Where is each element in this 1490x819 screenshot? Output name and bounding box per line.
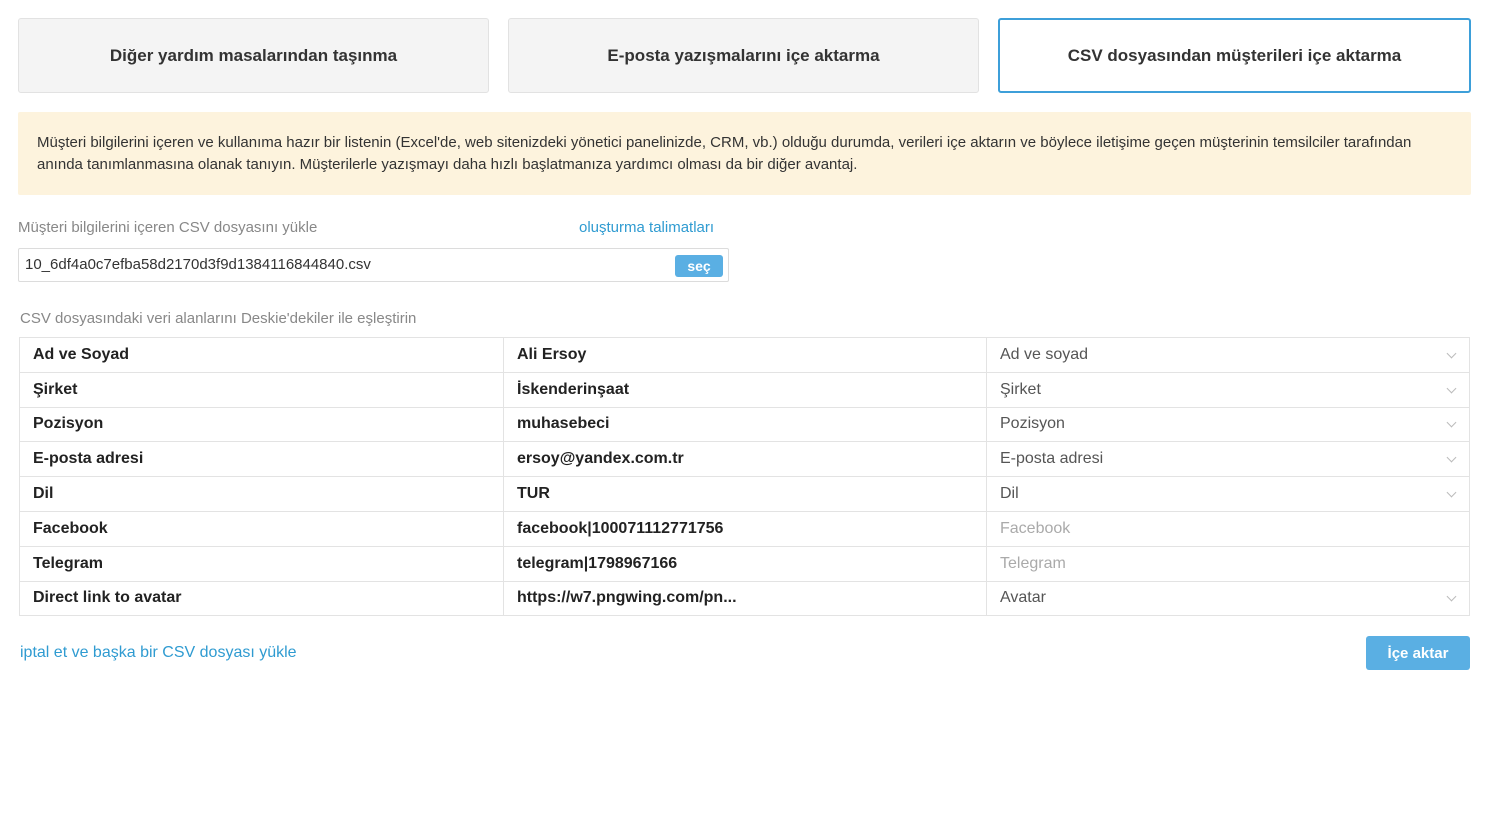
csv-sample-value: ersoy@yandex.com.tr (503, 441, 987, 478)
instructions-link[interactable]: oluşturma talimatları (579, 219, 714, 236)
chevron-down-icon (1446, 383, 1457, 394)
target-field-select[interactable]: Dil (986, 476, 1470, 512)
target-field-value: Facebook (1000, 519, 1071, 537)
mapping-row: Şirket İskenderinşaat Şirket (19, 371, 1470, 408)
target-field-value: Dil (1000, 485, 1019, 503)
file-name: 10_6df4a0c7efba58d2170d3f9d1384116844840… (25, 256, 371, 273)
csv-field-name: Dil (19, 476, 504, 512)
choose-file-button[interactable]: seç (675, 255, 723, 277)
csv-field-name: E-posta adresi (19, 441, 504, 478)
target-field-value: Avatar (1000, 589, 1046, 607)
target-field-select[interactable]: Ad ve soyad (986, 337, 1470, 373)
csv-sample-value: muhasebeci (503, 406, 987, 443)
target-field-value: Pozisyon (1000, 415, 1065, 433)
csv-sample-value: https://w7.pngwing.com/pn... (503, 580, 987, 617)
csv-field-name: Facebook (19, 510, 504, 547)
upload-label: Müşteri bilgilerini içeren CSV dosyasını… (18, 219, 318, 236)
target-field-select[interactable]: E-posta adresi (986, 441, 1470, 478)
chevron-down-icon (1446, 487, 1457, 498)
mapping-table: Ad ve Soyad Ali Ersoy Ad ve soyad Şirket İsk… (19, 337, 1470, 617)
target-field-select[interactable]: Avatar (986, 580, 1470, 617)
mapping-row: Ad ve Soyad Ali Ersoy Ad ve soyad (19, 337, 1470, 373)
chevron-down-icon (1446, 452, 1457, 463)
mapping-row: Facebook facebook|100071112771756 Facebook (19, 510, 1470, 547)
info-notice: Müşteri bilgilerini içeren ve kullanıma … (18, 112, 1471, 195)
csv-sample-value: TUR (503, 476, 987, 512)
tab-import-emails[interactable]: E-posta yazışmalarını içe aktarma (508, 18, 979, 93)
target-field-input[interactable]: Facebook (986, 510, 1470, 547)
import-button[interactable]: İçe aktar (1366, 636, 1470, 670)
target-field-value: Ad ve soyad (1000, 345, 1089, 363)
csv-field-name: Şirket (19, 371, 504, 408)
csv-sample-value: facebook|100071112771756 (503, 510, 987, 547)
mapping-row: Telegram telegram|1798967166 Telegram (19, 545, 1470, 582)
mapping-row: Pozisyon muhasebeci Pozisyon (19, 406, 1470, 443)
target-field-value: Şirket (1000, 380, 1041, 398)
target-field-value: Telegram (1000, 554, 1066, 572)
cancel-upload-link[interactable]: iptal et ve başka bir CSV dosyası yükle (20, 644, 297, 662)
csv-sample-value: telegram|1798967166 (503, 545, 987, 582)
csv-sample-value: Ali Ersoy (503, 337, 987, 373)
target-field-value: E-posta adresi (1000, 450, 1104, 468)
chevron-down-icon (1446, 418, 1457, 428)
csv-field-name: Ad ve Soyad (19, 337, 504, 373)
target-field-select[interactable]: Şirket (986, 371, 1470, 408)
target-field-select[interactable]: Pozisyon (986, 406, 1470, 443)
mapping-label: CSV dosyasındaki veri alanlarını Deskie'… (20, 310, 417, 327)
mapping-row: Dil TUR Dil (19, 476, 1470, 512)
csv-field-name: Direct link to avatar (19, 580, 504, 617)
csv-field-name: Pozisyon (19, 406, 504, 443)
tab-import-csv[interactable]: CSV dosyasından müşterileri içe aktarma (998, 18, 1471, 93)
chevron-down-icon (1446, 592, 1457, 602)
target-field-input[interactable]: Telegram (986, 545, 1470, 582)
chevron-down-icon (1446, 348, 1457, 359)
mapping-row: E-posta adresi ersoy@yandex.com.tr E-posta… (19, 441, 1470, 478)
file-input[interactable]: 10_6df4a0c7efba58d2170d3f9d1384116844840… (18, 248, 729, 282)
tab-migrate-helpdesk[interactable]: Diğer yardım masalarından taşınma (18, 18, 489, 93)
import-tabs: Diğer yardım masalarından taşınma E-post… (18, 18, 1471, 93)
csv-sample-value: İskenderinşaat (503, 371, 987, 408)
mapping-row: Direct link to avatar https://w7.pngwing.… (19, 580, 1470, 617)
csv-field-name: Telegram (19, 545, 504, 582)
